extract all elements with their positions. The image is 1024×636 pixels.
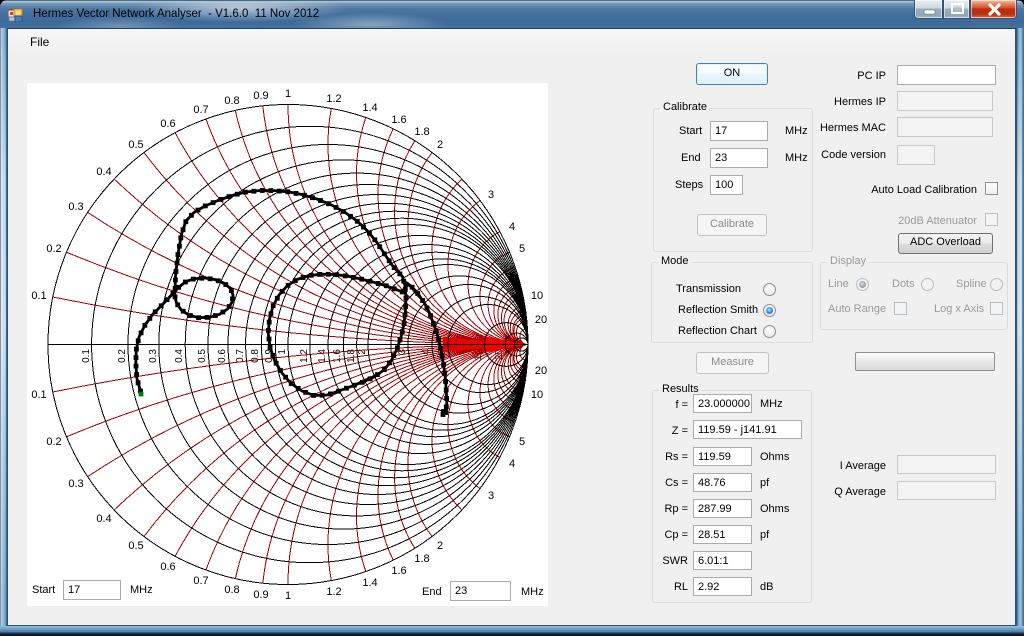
svg-text:2: 2 bbox=[437, 139, 443, 151]
svg-text:3: 3 bbox=[488, 490, 494, 502]
svg-text:0.7: 0.7 bbox=[235, 349, 246, 363]
svg-text:0.5: 0.5 bbox=[128, 139, 143, 151]
svg-text:1.2: 1.2 bbox=[326, 586, 341, 598]
svg-text:5: 5 bbox=[519, 436, 525, 448]
svg-text:0.3: 0.3 bbox=[68, 201, 83, 213]
svg-text:1.6: 1.6 bbox=[391, 565, 406, 577]
svg-text:0.5: 0.5 bbox=[197, 349, 208, 363]
svg-text:1: 1 bbox=[277, 349, 288, 355]
svg-text:0.7: 0.7 bbox=[193, 104, 208, 116]
svg-text:1.6: 1.6 bbox=[332, 349, 343, 363]
svg-text:0.2: 0.2 bbox=[46, 243, 61, 255]
svg-text:0.3: 0.3 bbox=[68, 478, 83, 490]
svg-text:0.4: 0.4 bbox=[96, 513, 111, 525]
svg-text:1: 1 bbox=[285, 590, 291, 602]
svg-text:0.3: 0.3 bbox=[148, 349, 159, 363]
svg-text:20: 20 bbox=[535, 365, 547, 377]
svg-text:1.2: 1.2 bbox=[326, 93, 341, 105]
svg-text:1.8: 1.8 bbox=[414, 553, 429, 565]
svg-text:0.2: 0.2 bbox=[117, 349, 128, 363]
svg-text:5: 5 bbox=[519, 243, 525, 255]
svg-text:1: 1 bbox=[285, 88, 291, 100]
svg-text:20: 20 bbox=[535, 314, 547, 326]
svg-text:1.8: 1.8 bbox=[414, 126, 429, 138]
svg-text:3: 3 bbox=[488, 189, 494, 201]
svg-text:0.9: 0.9 bbox=[253, 90, 268, 102]
svg-text:1.6: 1.6 bbox=[391, 114, 406, 126]
svg-text:0.4: 0.4 bbox=[96, 166, 111, 178]
svg-text:10: 10 bbox=[531, 389, 543, 401]
svg-text:0.6: 0.6 bbox=[160, 561, 175, 573]
svg-text:4: 4 bbox=[509, 221, 515, 233]
svg-text:1.4: 1.4 bbox=[362, 102, 377, 114]
svg-text:1.4: 1.4 bbox=[362, 577, 377, 589]
svg-text:0.6: 0.6 bbox=[160, 118, 175, 130]
svg-text:4: 4 bbox=[509, 458, 515, 470]
svg-text:0.4: 0.4 bbox=[174, 349, 185, 363]
svg-text:0.6: 0.6 bbox=[217, 349, 228, 363]
svg-text:0.1: 0.1 bbox=[81, 349, 92, 363]
svg-text:2: 2 bbox=[437, 540, 443, 552]
svg-text:0.7: 0.7 bbox=[193, 575, 208, 587]
svg-text:0.8: 0.8 bbox=[224, 95, 239, 107]
svg-text:0.9: 0.9 bbox=[253, 589, 268, 601]
svg-text:0.2: 0.2 bbox=[46, 436, 61, 448]
svg-text:1.4: 1.4 bbox=[317, 349, 328, 363]
svg-text:0.8: 0.8 bbox=[224, 584, 239, 596]
svg-text:0.1: 0.1 bbox=[31, 389, 46, 401]
svg-text:10: 10 bbox=[531, 290, 543, 302]
svg-text:0.5: 0.5 bbox=[128, 540, 143, 552]
svg-text:0.1: 0.1 bbox=[31, 290, 46, 302]
